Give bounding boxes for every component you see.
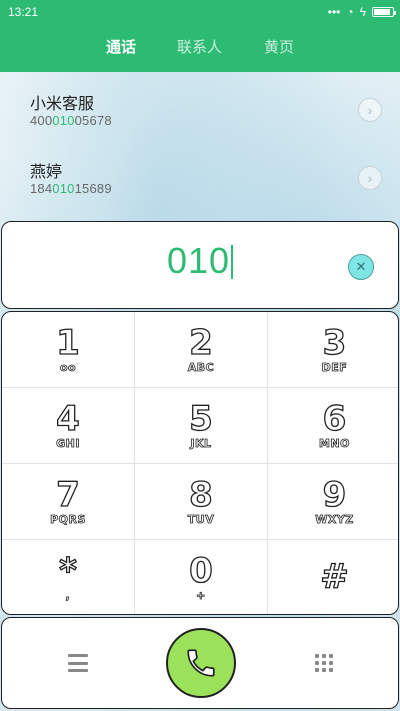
contact-number: 40001005678 bbox=[30, 113, 112, 128]
contact-name: 小米客服 bbox=[30, 96, 95, 113]
key-hash[interactable]: # bbox=[268, 540, 398, 614]
key-8[interactable]: 8 TUV bbox=[135, 464, 268, 540]
wifi-icon: ◔ bbox=[346, 5, 354, 19]
number-match-highlight: 010 bbox=[52, 113, 75, 128]
battery-icon bbox=[372, 7, 396, 17]
menu-icon[interactable] bbox=[68, 654, 88, 672]
key-4[interactable]: 4 GHI bbox=[2, 388, 135, 464]
number-match-highlight: 010 bbox=[52, 181, 75, 196]
tab-bar: 通话 联系人 黄页 bbox=[0, 36, 400, 60]
search-result-item[interactable]: 小米客服 40001005678 › bbox=[0, 80, 400, 152]
status-time: 13:21 bbox=[8, 5, 39, 19]
contact-name: 燕婷 bbox=[30, 164, 63, 181]
details-chevron-icon[interactable]: › bbox=[358, 166, 382, 190]
key-5[interactable]: 5 JKL bbox=[135, 388, 268, 464]
contact-number: 18401015689 bbox=[30, 181, 112, 196]
tab-contacts[interactable]: 联系人 bbox=[177, 36, 222, 57]
tab-calls[interactable]: 通话 bbox=[106, 36, 136, 57]
bottom-action-bar bbox=[1, 617, 399, 709]
key-2[interactable]: 2 ABC bbox=[135, 312, 268, 388]
status-bar: 13:21 ••• ◔ ϟ bbox=[0, 0, 400, 24]
call-button[interactable] bbox=[166, 628, 236, 698]
phone-icon bbox=[187, 649, 215, 677]
voicemail-icon: oo bbox=[59, 360, 77, 374]
key-1[interactable]: 1 oo bbox=[2, 312, 135, 388]
delete-backspace-icon[interactable]: ✕ bbox=[348, 254, 374, 280]
signal-dots-icon: ••• bbox=[327, 5, 341, 19]
text-cursor bbox=[231, 245, 234, 279]
search-result-item[interactable]: 燕婷 18401015689 › bbox=[0, 148, 400, 220]
key-6[interactable]: 6 MNO bbox=[268, 388, 398, 464]
dialed-number: 010 bbox=[2, 240, 398, 282]
tab-yellow-pages[interactable]: 黄页 bbox=[264, 36, 294, 57]
key-9[interactable]: 9 WXYZ bbox=[268, 464, 398, 540]
charging-icon: ϟ bbox=[359, 5, 366, 19]
key-star[interactable]: *, bbox=[2, 540, 135, 614]
key-3[interactable]: 3 DEF bbox=[268, 312, 398, 388]
dialpad-grid-icon[interactable] bbox=[315, 654, 333, 672]
dial-keypad: 1 oo 2 ABC 3 DEF 4 GHI 5 JKL 6 MNO 7 PQRS 8 TUV … bbox=[1, 311, 399, 615]
details-chevron-icon[interactable]: › bbox=[358, 98, 382, 122]
status-icons: ••• ◔ ϟ bbox=[327, 5, 396, 19]
top-bar: 13:21 ••• ◔ ϟ 通话 联系人 黄页 bbox=[0, 0, 400, 72]
key-0[interactable]: 0 + bbox=[135, 540, 268, 614]
dial-input-field[interactable]: 010 ✕ bbox=[1, 221, 399, 309]
key-7[interactable]: 7 PQRS bbox=[2, 464, 135, 540]
